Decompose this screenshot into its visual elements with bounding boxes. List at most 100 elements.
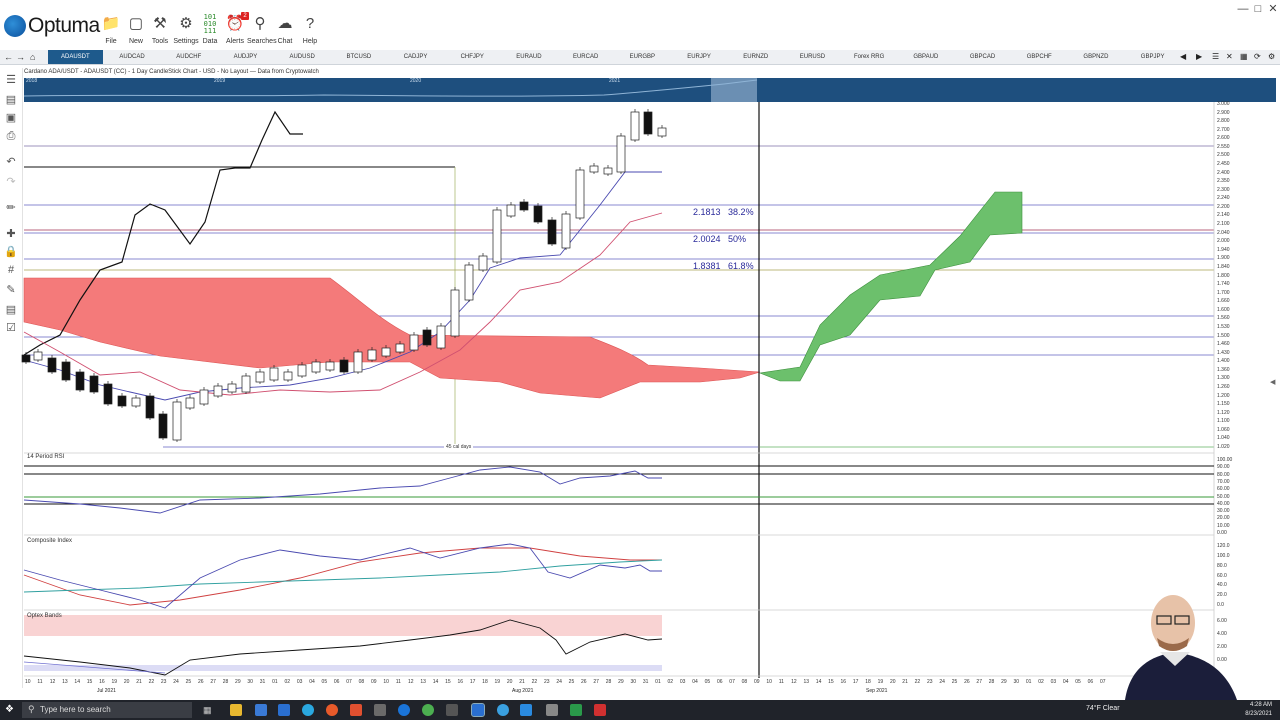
candle-body	[145, 395, 155, 419]
cal-days-label: 45 cal days	[444, 444, 474, 450]
date-tick: 17	[469, 679, 476, 685]
app-icon-6[interactable]	[546, 704, 558, 716]
price-axis-tick: 2.300	[1217, 186, 1230, 193]
optex-title: Optex Bands	[27, 613, 62, 619]
candle-body	[297, 364, 307, 377]
date-tick: 19	[494, 679, 501, 685]
date-tick: 27	[976, 679, 982, 685]
taskbar-search[interactable]: Type here to search	[22, 702, 192, 718]
price-axis-tick: 1.460	[1217, 341, 1230, 348]
date-tick: 13	[420, 679, 426, 685]
date-tick: 06	[333, 679, 340, 685]
date-tick: 01	[655, 679, 661, 685]
price-axis-tick: 1.800	[1217, 272, 1230, 279]
date-tick: 30	[1013, 679, 1020, 685]
date-tick: 11	[37, 679, 43, 685]
date-tick: 27	[210, 679, 216, 685]
rsi-axis-tick: 0.00	[1217, 530, 1227, 536]
price-axis-tick: 1.840	[1217, 263, 1230, 270]
month-sep: Sep 2021	[866, 688, 888, 694]
price-axis-tick: 1.560	[1217, 315, 1230, 322]
optex-bands-panel	[23, 615, 663, 676]
date-tick: 12	[49, 679, 56, 685]
date-tick: 13	[62, 679, 68, 685]
date-tick: 03	[679, 679, 686, 685]
panel-expand-icon[interactable]: ◀	[1270, 378, 1275, 386]
weather-widget[interactable]: 74°F Clear	[1086, 705, 1120, 712]
composite-axis-tick: 80.0	[1217, 562, 1227, 569]
app-icon-3[interactable]	[446, 704, 458, 716]
candle-body	[478, 255, 488, 271]
date-tick: 26	[197, 679, 204, 685]
candle-body	[450, 289, 460, 337]
date-tick: 28	[605, 679, 612, 685]
app-icon-8[interactable]	[594, 704, 606, 716]
rsi-panel	[23, 465, 1214, 514]
candle-body	[367, 349, 377, 361]
app-icon-2[interactable]	[398, 704, 410, 716]
price-axis-tick: 2.450	[1217, 161, 1230, 168]
candle-body	[533, 205, 543, 223]
fib-level-382: 2.1813 38.2%	[693, 207, 754, 217]
price-axis-tick: 1.200	[1217, 392, 1230, 399]
date-tick: 19	[111, 679, 118, 685]
clock[interactable]: 4:28 AM 8/23/2021	[1245, 701, 1272, 719]
candle-body	[325, 361, 335, 371]
date-tick: 20	[123, 679, 130, 685]
chrome-icon[interactable]	[422, 704, 434, 716]
candle-body	[603, 167, 613, 175]
date-tick: 11	[395, 679, 401, 685]
edge-icon[interactable]	[302, 704, 314, 716]
app-icon-5[interactable]	[520, 704, 532, 716]
date-tick: 22	[531, 679, 538, 685]
date-tick: 04	[309, 679, 315, 685]
store-icon[interactable]	[255, 704, 267, 716]
candle-body	[158, 413, 168, 439]
price-axis-tick: 1.360	[1217, 366, 1230, 373]
price-axis-tick: 1.940	[1217, 246, 1230, 253]
file-explorer-icon[interactable]	[230, 704, 242, 716]
candle-body	[409, 334, 419, 351]
windows-start-icon[interactable]: ❖	[5, 704, 17, 716]
month-aug: Aug 2021	[512, 688, 534, 694]
optuma-taskbar-icon[interactable]	[471, 703, 485, 717]
candle-body	[381, 347, 391, 357]
date-tick: 19	[877, 679, 884, 685]
date-tick: 01	[1025, 679, 1032, 685]
clock-time: 4:28 AM	[1249, 702, 1272, 708]
price-axis-tick: 1.060	[1217, 426, 1230, 433]
webcam-overlay	[1125, 595, 1237, 700]
candle-body	[283, 371, 293, 381]
date-tick: 12	[408, 679, 414, 685]
price-chart[interactable]	[0, 0, 1280, 700]
date-tick: 05	[1075, 679, 1081, 685]
date-tick: 16	[840, 679, 847, 685]
price-axis-tick: 1.260	[1217, 383, 1230, 390]
rsi-axis-tick: 20.00	[1217, 515, 1230, 522]
candle-body	[616, 135, 626, 173]
task-view-icon[interactable]: ▦	[203, 704, 215, 716]
candle-body	[185, 397, 195, 409]
date-tick: 25	[568, 679, 575, 685]
price-axis-tick: 2.800	[1217, 118, 1230, 125]
rsi-axis-tick: 10.00	[1217, 522, 1230, 529]
brave-icon[interactable]	[326, 704, 338, 716]
brave-browser-icon[interactable]	[350, 704, 362, 716]
candle-body	[269, 367, 279, 381]
candle-body	[117, 395, 127, 407]
app-icon-4[interactable]	[497, 704, 509, 716]
mail-icon[interactable]	[278, 704, 290, 716]
date-tick: 06	[716, 679, 723, 685]
date-tick: 13	[803, 679, 809, 685]
app-icon-1[interactable]	[374, 704, 386, 716]
rsi-axis-tick: 60.00	[1217, 486, 1230, 493]
date-tick: 17	[852, 679, 859, 685]
app-icon-7[interactable]	[570, 704, 582, 716]
candle-body	[241, 375, 251, 393]
price-axis-tick: 1.700	[1217, 289, 1230, 296]
candle-body	[575, 169, 585, 219]
date-tick: 05	[321, 679, 328, 685]
price-axis-tick: 1.300	[1217, 375, 1230, 382]
date-tick: 18	[482, 679, 488, 685]
date-tick: 21	[519, 679, 525, 685]
